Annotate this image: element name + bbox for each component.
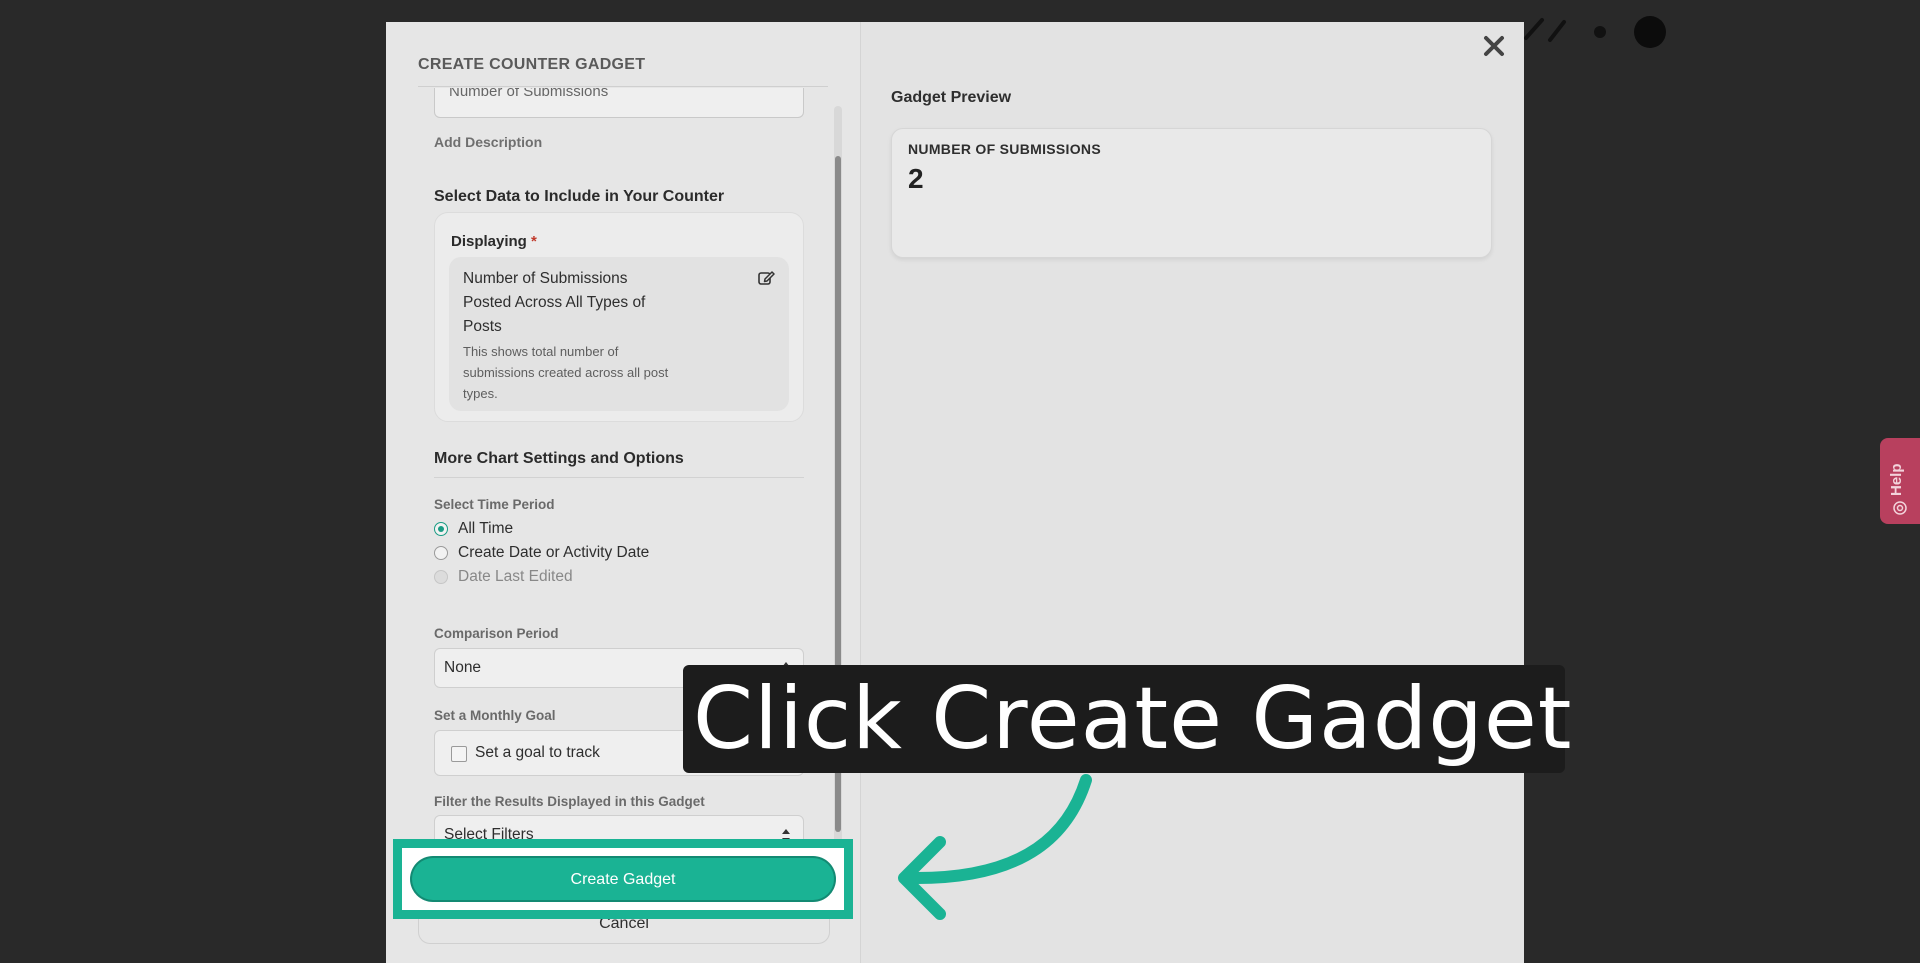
data-selection-card: Displaying * Number of Submissions Poste… xyxy=(434,212,804,422)
radio-all-time[interactable]: All Time xyxy=(434,520,513,538)
radio-all-time-label: All Time xyxy=(458,520,514,537)
comparison-period-label: Comparison Period xyxy=(434,626,559,641)
modal-title: CREATE COUNTER GADGET xyxy=(418,56,646,73)
comparison-period-value: None xyxy=(444,659,482,676)
radio-create-date-control[interactable] xyxy=(434,546,448,560)
close-icon[interactable] xyxy=(1480,32,1508,60)
radio-create-date-label: Create Date or Activity Date xyxy=(458,544,650,561)
gadget-settings-pane: CREATE COUNTER GADGET Number of Submissi… xyxy=(386,22,861,963)
gadget-preview-card: NUMBER OF SUBMISSIONS 2 xyxy=(891,128,1492,258)
instruction-callout-text: Click Create Gadget xyxy=(693,669,1573,769)
goal-checkbox-label: Set a goal to track xyxy=(475,744,600,761)
goal-checkbox[interactable] xyxy=(451,746,467,762)
gadget-preview-label: Gadget Preview xyxy=(891,89,1012,106)
help-tab[interactable]: Help xyxy=(1880,438,1920,524)
selected-metric-box[interactable]: Number of Submissions Posted Across All … xyxy=(449,257,789,411)
create-gadget-button[interactable]: Create Gadget xyxy=(412,858,834,900)
metric-title: Number of Submissions Posted Across All … xyxy=(463,270,646,335)
pointer-arrow-icon xyxy=(898,774,1092,920)
create-gadget-highlight-inner: Create Gadget xyxy=(402,848,844,910)
settings-divider xyxy=(434,477,804,478)
instruction-callout: Click Create Gadget xyxy=(683,665,1572,773)
select-data-heading: Select Data to Include in Your Counter xyxy=(434,188,725,205)
preview-metric-title: NUMBER OF SUBMISSIONS xyxy=(908,141,1101,157)
preview-metric-value: 2 xyxy=(908,163,924,194)
lifebuoy-icon xyxy=(1893,501,1907,515)
radio-create-date[interactable]: Create Date or Activity Date xyxy=(434,544,649,562)
filter-label: Filter the Results Displayed in this Gad… xyxy=(434,794,705,809)
add-description-link[interactable]: Add Description xyxy=(434,134,542,150)
monthly-goal-label: Set a Monthly Goal xyxy=(434,708,556,723)
displaying-label-text: Displaying xyxy=(451,233,527,250)
edit-icon[interactable] xyxy=(757,269,775,287)
gadget-name-input[interactable]: Number of Submissions xyxy=(434,88,804,118)
metric-description: This shows total number of submissions c… xyxy=(463,344,669,401)
help-tab-label: Help xyxy=(1888,463,1905,496)
radio-all-time-control[interactable] xyxy=(434,522,448,536)
required-mark: * xyxy=(531,233,537,250)
radio-date-last-edited: Date Last Edited xyxy=(434,568,573,586)
radio-date-last-edited-label: Date Last Edited xyxy=(458,568,573,585)
radio-date-last-edited-control xyxy=(434,570,448,584)
title-divider xyxy=(418,86,828,87)
displaying-label: Displaying * xyxy=(451,233,537,250)
create-gadget-highlight: Create Gadget xyxy=(393,839,853,919)
header-toolbar-icons xyxy=(1524,16,1666,48)
time-period-label: Select Time Period xyxy=(434,497,555,512)
more-settings-heading: More Chart Settings and Options xyxy=(434,450,684,467)
